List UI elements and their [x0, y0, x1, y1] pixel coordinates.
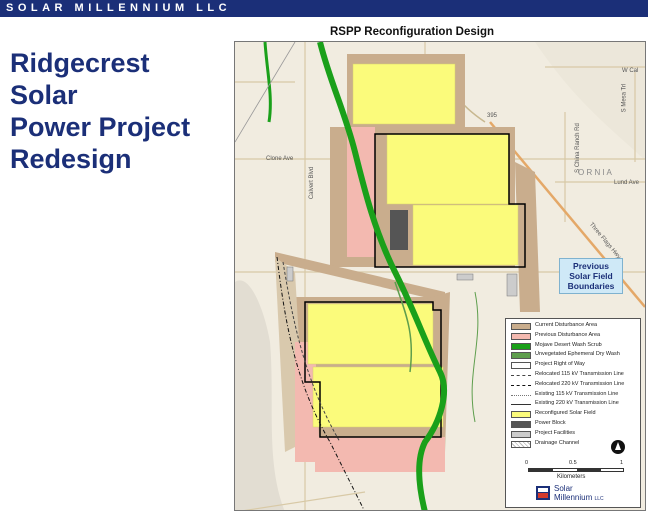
- scale-tick-label: 0: [525, 460, 529, 466]
- scale-tick-label: 1: [620, 460, 624, 466]
- power-block: [390, 210, 408, 250]
- legend-item: Project Right of Way: [511, 361, 639, 370]
- map-label-street: Lund Ave: [614, 180, 639, 186]
- legend-label: Project Right of Way: [535, 361, 585, 368]
- legend-item: Reconfigured Solar Field: [511, 410, 639, 419]
- legend-swatch: [511, 323, 531, 330]
- legend-label: Existing 220 kV Transmission Line: [535, 400, 619, 407]
- company-logo: Solar Millennium LLC: [536, 484, 636, 506]
- scale-segment: [577, 469, 601, 471]
- page-title: Ridgecrest Solar Power Project Redesign: [10, 47, 230, 175]
- legend-item: Relocated 220 kV Transmission Line: [511, 380, 639, 390]
- legend-swatch: [511, 362, 531, 370]
- logo-name: Millennium: [554, 493, 593, 502]
- legend-label: Current Disturbance Area: [535, 322, 598, 328]
- legend-item: Previous Disturbance Area: [511, 331, 639, 341]
- solar-field: [412, 204, 519, 266]
- legend-swatch: [511, 382, 531, 389]
- legend-label: Power Block: [535, 420, 566, 426]
- company-name: SOLAR MILLENNIUM LLC: [6, 2, 232, 14]
- callout-line: Solar Field: [569, 271, 613, 281]
- scale-bar-graphic: [528, 468, 624, 472]
- north-arrow-icon: [611, 440, 625, 454]
- logo-mark-icon: [536, 486, 550, 500]
- scale-segment: [529, 469, 553, 471]
- map-label-street: S China Ranch Rd: [574, 123, 581, 173]
- scale-units: Kilometers: [557, 474, 586, 480]
- legend-item: Mojave Desert Wash Scrub: [511, 341, 639, 351]
- title-line: Ridgecrest: [10, 48, 150, 78]
- legend-label: Mojave Desert Wash Scrub: [535, 341, 602, 348]
- legend-label: Relocated 220 kV Transmission Line: [535, 380, 625, 387]
- title-line: Power Project: [10, 112, 191, 142]
- map-label-route: 395: [487, 113, 498, 119]
- previous-boundaries-callout: Previous Solar Field Boundaries: [559, 258, 623, 294]
- legend-item: Relocated 115 kV Transmission Line: [511, 371, 639, 380]
- header-bar: SOLAR MILLENNIUM LLC: [0, 0, 648, 17]
- legend-label: Previous Disturbance Area: [535, 331, 601, 338]
- legend-label: Drainage Channel: [535, 439, 580, 446]
- solar-field: [312, 366, 444, 428]
- legend-swatch: [511, 392, 531, 399]
- callout-line: Boundaries: [567, 281, 615, 291]
- project-facility: [506, 273, 518, 297]
- legend-item: Existing 220 kV Transmission Line: [511, 400, 639, 409]
- map-label-region: O R N I A: [578, 168, 612, 177]
- map-label-street: W Cal: [622, 68, 639, 74]
- legend-swatch: [511, 401, 531, 408]
- solar-field: [352, 63, 456, 125]
- project-facility: [286, 266, 294, 282]
- legend-item: Power Block: [511, 420, 639, 429]
- legend-item: Project Facilities: [511, 429, 639, 439]
- legend-item: Existing 115 kV Transmission Line: [511, 390, 639, 400]
- callout-line: Previous: [573, 261, 609, 271]
- legend-swatch: [511, 352, 531, 360]
- logo-suffix: LLC: [594, 496, 604, 502]
- legend-item: Unvegetated Ephemeral Dry Wash: [511, 351, 639, 360]
- map-label-street: S Mesa Trl: [621, 83, 628, 113]
- solar-field: [386, 133, 510, 205]
- legend-item: Current Disturbance Area: [511, 322, 639, 331]
- legend-swatch: [511, 421, 531, 428]
- legend-swatch: [511, 430, 531, 438]
- map-title: RSPP Reconfiguration Design: [330, 26, 495, 38]
- legend-swatch: [511, 332, 531, 340]
- legend-label: Project Facilities: [535, 429, 576, 436]
- logo-line-2: Millennium LLC: [554, 493, 604, 502]
- logo-line-1: Solar: [554, 484, 573, 493]
- map-label-street: Clone Ave: [266, 156, 294, 162]
- scale-tick-label: 0.5: [569, 460, 577, 466]
- legend-label: Relocated 115 kV Transmission Line: [535, 371, 624, 377]
- project-facility: [456, 273, 474, 281]
- map-label-street: Calvert Blvd: [309, 166, 316, 200]
- title-line: Solar: [10, 80, 78, 110]
- legend-swatch: [511, 342, 531, 350]
- legend-swatch: [511, 411, 531, 419]
- legend-label: Reconfigured Solar Field: [535, 410, 596, 417]
- legend-swatch: [511, 440, 531, 448]
- legend-label: Existing 115 kV Transmission Line: [535, 390, 619, 397]
- legend-swatch: [511, 372, 531, 379]
- legend-label: Unvegetated Ephemeral Dry Wash: [535, 351, 620, 358]
- title-line: Redesign: [10, 144, 132, 174]
